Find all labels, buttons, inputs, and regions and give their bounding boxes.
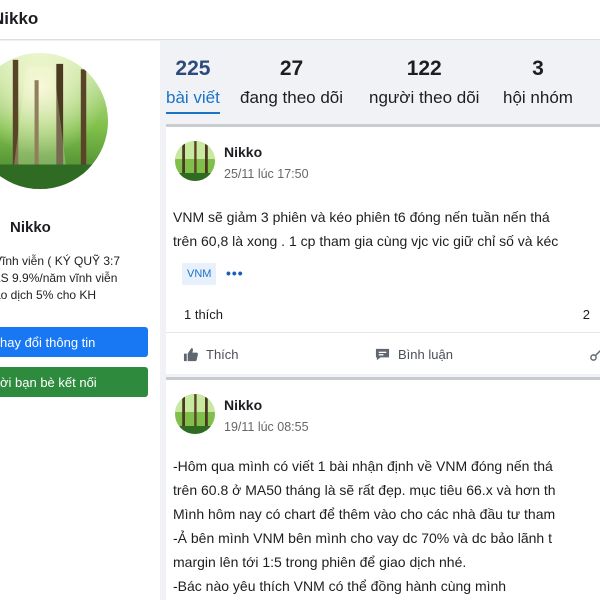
post-line: VNM sẽ giảm 3 phiên và kéo phiên t6 đóng… [173,209,550,225]
post-timestamp[interactable]: 19/11 lúc 08:55 [224,420,309,434]
post-line: trên 60.8 ở MA50 tháng là sẽ rất đẹp. mụ… [173,482,556,498]
post-actions: Thích Bình luận [166,332,600,377]
stat-groups[interactable]: 3 hội nhóm [503,56,573,109]
comments-count[interactable]: 2 [583,307,590,322]
like-label: Thích [206,347,239,362]
share-button[interactable] [590,347,600,361]
stat-posts-value: 225 [175,57,211,80]
post-timestamp[interactable]: 25/11 lúc 17:50 [224,167,309,181]
top-bar: Nikko [0,0,600,40]
post-line: -Hôm qua mình có viết 1 bài nhận định về… [173,458,553,474]
stat-groups-value: 3 [532,57,544,80]
more-options-icon[interactable]: ••• [226,265,244,281]
post-line: -Bác nào yêu thích VNM có thể đồng hành … [173,578,507,594]
bio-line: ao dịch 5% cho KH [0,288,97,302]
stat-posts-label: bài viết [166,87,220,114]
stat-following-value: 27 [279,57,304,80]
stat-groups-label: hội nhóm [503,88,573,107]
stat-followers-label: người theo dõi [369,88,480,107]
stat-following-label: đang theo dõi [240,88,344,107]
comment-icon [375,348,390,361]
post-author[interactable]: Nikko [224,144,262,160]
stat-followers[interactable]: 122 người theo dõi [369,56,479,109]
comment-label: Bình luận [398,347,453,362]
stat-followers-value: 122 [406,57,442,80]
post-line: trên 60,8 là xong . 1 cp tham gia cùng v… [173,233,559,249]
post-content: VNM sẽ giảm 3 phiên và kéo phiên t6 đóng… [173,205,600,253]
profile-name: Nikko [10,219,51,236]
profile-stats: 225 bài viết 27 đang theo dõi 122 người … [160,41,600,116]
comment-button[interactable]: Bình luận [375,347,453,362]
post-author[interactable]: Nikko [224,397,262,413]
profile-avatar[interactable] [0,53,108,189]
author-avatar[interactable] [175,141,215,181]
profile-sidebar: Nikko Vĩnh viễn ( KÝ QUỸ 3:7 LS 9.9%/năm… [0,41,160,600]
bio-line: Vĩnh viễn ( KÝ QUỸ 3:7 [0,254,121,268]
stat-posts[interactable]: 225 bài viết [166,56,220,114]
stat-following[interactable]: 27 đang theo dõi [240,56,343,109]
like-button[interactable]: Thích [183,347,239,362]
likes-count[interactable]: 1 thích [184,307,223,322]
post-content: -Hôm qua mình có viết 1 bài nhận định về… [173,454,600,598]
author-avatar[interactable] [175,394,215,434]
post-line: Mình hôm nay có chart để thêm vào cho cá… [173,506,556,522]
post-line: margin lên tới 1:5 trong phiên để giao d… [173,554,467,570]
post-line: -Ả bên mình VNM bên mình cho vay dc 70% … [173,530,552,546]
profile-bio: Vĩnh viễn ( KÝ QUỸ 3:7 LS 9.9%/năm vĩnh … [0,253,160,304]
share-icon [590,350,600,361]
thumbs-up-icon [183,347,198,362]
stock-tag[interactable]: VNM [182,263,217,285]
post-card: Nikko 25/11 lúc 17:50 VNM sẽ giảm 3 phiê… [166,124,600,374]
edit-profile-button[interactable]: hay đổi thông tin [0,327,148,357]
bio-line: LS 9.9%/năm vĩnh viễn [0,271,118,285]
post-card: Nikko 19/11 lúc 08:55 -Hôm qua mình có v… [166,377,600,600]
connect-friends-button[interactable]: ời bạn bè kết nối [0,367,148,397]
page-title: Nikko [0,9,39,28]
